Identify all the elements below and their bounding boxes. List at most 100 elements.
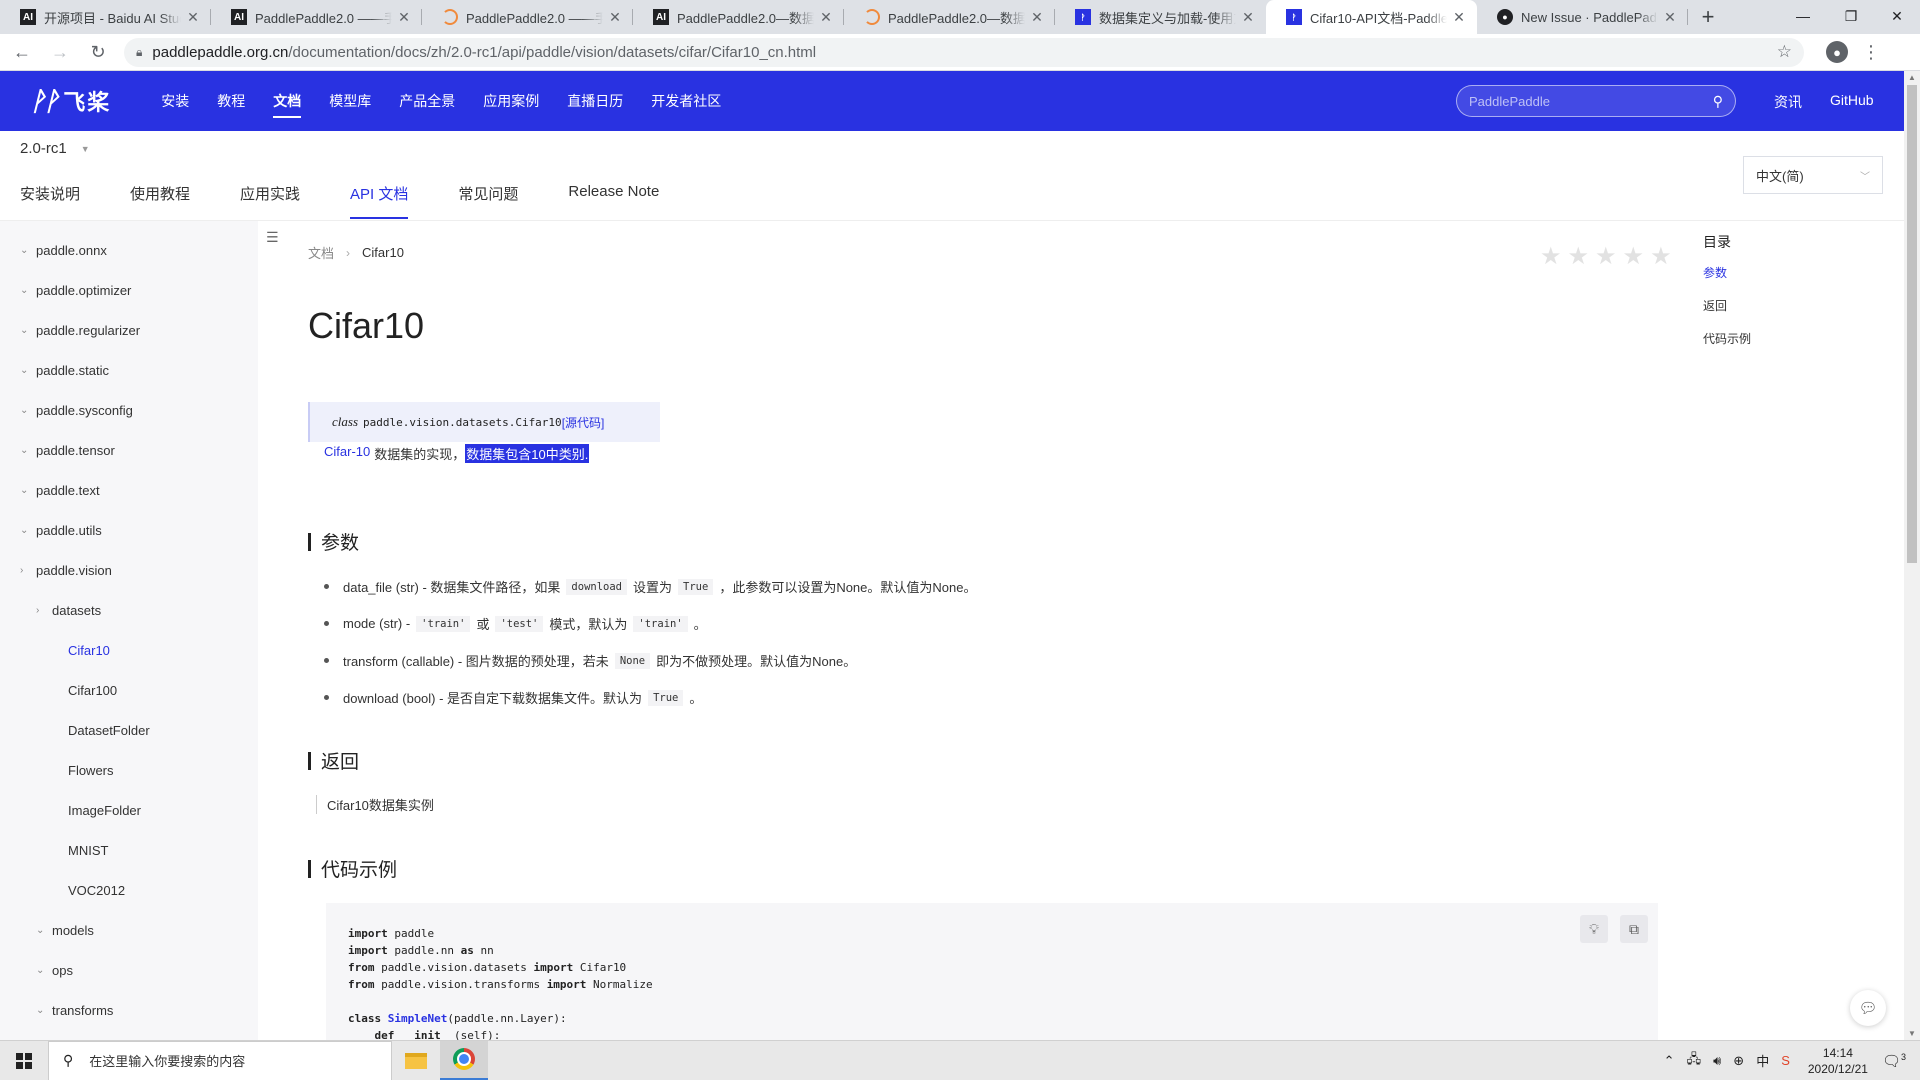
sidebar-item-paddle-optimizer[interactable]: ⌄ paddle.optimizer bbox=[20, 283, 131, 298]
sidebar-item-datasets[interactable]: › datasets bbox=[36, 603, 101, 618]
nav-live[interactable]: 直播日历 bbox=[567, 71, 623, 131]
sidebar-item-cifar100[interactable]: Cifar100 bbox=[68, 683, 117, 698]
close-icon[interactable]: ✕ bbox=[396, 9, 412, 26]
taskbar-search[interactable]: ⚲ 在这里输入你要搜索的内容 bbox=[48, 1040, 392, 1080]
browser-tab[interactable]: AI PaddlePaddle2.0—数据加载 ✕ bbox=[633, 0, 844, 34]
nav-community[interactable]: 开发者社区 bbox=[651, 71, 721, 131]
page-scrollbar[interactable]: ▲ ▼ bbox=[1904, 71, 1920, 1040]
network-icon[interactable]: 🖧︎ bbox=[1687, 1050, 1702, 1072]
bookmark-star-icon[interactable]: ☆ bbox=[1777, 42, 1792, 62]
sidebar-item-imagefolder[interactable]: ImageFolder bbox=[68, 803, 141, 818]
new-tab-button[interactable]: + bbox=[1688, 0, 1728, 34]
toc-item-example[interactable]: 代码示例 bbox=[1703, 330, 1751, 347]
scroll-up-icon[interactable]: ▲ bbox=[1908, 73, 1916, 82]
tab-install-guide[interactable]: 安装说明 bbox=[20, 183, 80, 219]
tab-api-docs[interactable]: API 文档 bbox=[350, 183, 409, 219]
star-icon[interactable]: ★ bbox=[1650, 242, 1672, 271]
star-icon[interactable]: ★ bbox=[1623, 242, 1645, 271]
tab-release-note[interactable]: Release Note bbox=[568, 183, 659, 219]
site-search-input[interactable] bbox=[1469, 93, 1713, 109]
restore-icon[interactable]: ❐ bbox=[1828, 0, 1874, 32]
nav-install[interactable]: 安装 bbox=[161, 71, 189, 131]
browser-menu-icon[interactable]: ⋮ bbox=[1862, 42, 1880, 63]
star-icon[interactable]: ★ bbox=[1540, 242, 1562, 271]
nav-cases[interactable]: 应用案例 bbox=[483, 71, 539, 131]
star-icon[interactable]: ★ bbox=[1568, 242, 1590, 271]
reload-icon[interactable]: ↻ bbox=[82, 36, 114, 68]
browser-tab[interactable]: AI 开源项目 - Baidu AI Studio ✕ bbox=[0, 0, 211, 34]
browser-tab[interactable]: AI PaddlePaddle2.0 ——手写数字识别 ✕ bbox=[211, 0, 422, 34]
nav-news[interactable]: 资讯 bbox=[1774, 92, 1802, 112]
browser-tab[interactable]: PaddlePaddle2.0—数据加载 ✕ bbox=[844, 0, 1055, 34]
lightbulb-icon[interactable]: 💡︎ bbox=[1580, 915, 1608, 943]
close-icon[interactable]: ✕ bbox=[607, 9, 623, 26]
close-icon[interactable]: ✕ bbox=[1451, 9, 1467, 26]
search-icon[interactable]: ⚲ bbox=[1713, 93, 1723, 110]
sidebar-collapse-icon[interactable]: ☰ bbox=[266, 229, 279, 246]
sidebar-item-models[interactable]: ⌄ models bbox=[36, 923, 94, 938]
version-select[interactable]: 2.0-rc1 ▼ bbox=[20, 140, 90, 157]
sidebar-item-mnist[interactable]: MNIST bbox=[68, 843, 108, 858]
sidebar-item-paddle-tensor[interactable]: ⌄ paddle.tensor bbox=[20, 443, 115, 458]
url-input[interactable]: 🔒︎ paddlepaddle.org.cn/documentation/doc… bbox=[124, 37, 1804, 67]
file-explorer-button[interactable] bbox=[392, 1041, 440, 1080]
tab-practices[interactable]: 应用实践 bbox=[240, 183, 300, 219]
sidebar-item-paddle-static[interactable]: ⌄ paddle.static bbox=[20, 363, 109, 378]
logo-mark-icon: ᚹᚹ bbox=[30, 85, 59, 116]
sidebar-item-paddle-utils[interactable]: ⌄ paddle.utils bbox=[20, 523, 102, 538]
toc-item-returns[interactable]: 返回 bbox=[1703, 297, 1751, 314]
nav-products[interactable]: 产品全景 bbox=[399, 71, 455, 131]
chevron-up-icon[interactable]: ⌃ bbox=[1664, 1053, 1675, 1069]
sidebar-item-voc2012[interactable]: VOC2012 bbox=[68, 883, 125, 898]
window-close-icon[interactable]: ✕ bbox=[1874, 0, 1920, 32]
sidebar-item-paddle-vision[interactable]: › paddle.vision bbox=[20, 563, 112, 578]
minimize-icon[interactable]: — bbox=[1780, 0, 1826, 32]
browser-tab[interactable]: ᚹ 数据集定义与加载-使用文档 ✕ bbox=[1055, 0, 1266, 34]
sidebar-item-ops[interactable]: ⌄ ops bbox=[36, 963, 73, 978]
language-select[interactable]: 中文(简) ﹀ bbox=[1743, 156, 1883, 194]
browser-tab[interactable]: PaddlePaddle2.0 ——手写 ✕ bbox=[422, 0, 633, 34]
notification-icon[interactable]: 🗨︎3 bbox=[1882, 1052, 1906, 1070]
browser-tab[interactable]: ● New Issue · PaddlePaddle ✕ bbox=[1477, 0, 1688, 34]
close-icon[interactable]: ✕ bbox=[818, 9, 834, 26]
tab-faq[interactable]: 常见问题 bbox=[458, 183, 518, 219]
back-icon[interactable]: ← bbox=[6, 36, 38, 68]
breadcrumb-root[interactable]: 文档 bbox=[308, 243, 334, 262]
close-icon[interactable]: ✕ bbox=[1029, 9, 1045, 26]
sidebar-item-cifar10[interactable]: Cifar10 bbox=[68, 643, 110, 658]
feedback-chat-icon[interactable]: 💬︎ bbox=[1850, 990, 1886, 1026]
input-method-icon[interactable]: ⊕ bbox=[1733, 1053, 1744, 1069]
start-button[interactable] bbox=[0, 1041, 48, 1080]
star-icon[interactable]: ★ bbox=[1595, 242, 1617, 271]
chrome-taskbar-button[interactable] bbox=[440, 1040, 488, 1080]
tab-user-guide[interactable]: 使用教程 bbox=[130, 183, 190, 219]
source-code-link[interactable]: [源代码] bbox=[562, 414, 605, 431]
scrollbar-thumb[interactable] bbox=[1907, 85, 1917, 563]
clock[interactable]: 14:14 2020/12/21 bbox=[1808, 1045, 1868, 1077]
sidebar-item-datasetfolder[interactable]: DatasetFolder bbox=[68, 723, 150, 738]
nav-tutorial[interactable]: 教程 bbox=[217, 71, 245, 131]
sidebar-item-flowers[interactable]: Flowers bbox=[68, 763, 114, 778]
cifar10-link[interactable]: Cifar-10 bbox=[324, 444, 370, 463]
scroll-down-icon[interactable]: ▼ bbox=[1908, 1029, 1916, 1038]
nav-github[interactable]: GitHub bbox=[1830, 92, 1874, 108]
forward-icon[interactable]: → bbox=[44, 36, 76, 68]
sidebar-item-paddle-onnx[interactable]: ⌄ paddle.onnx bbox=[20, 243, 107, 258]
sidebar-item-transforms[interactable]: ⌄ transforms bbox=[36, 1003, 113, 1018]
sidebar-item-paddle-regularizer[interactable]: ⌄ paddle.regularizer bbox=[20, 323, 140, 338]
sidebar-item-paddle-text[interactable]: ⌄ paddle.text bbox=[20, 483, 100, 498]
volume-icon[interactable]: 🔊︎ bbox=[1713, 1053, 1721, 1069]
nav-docs[interactable]: 文档 bbox=[273, 71, 302, 131]
profile-avatar-icon[interactable]: ● bbox=[1826, 41, 1848, 63]
copy-icon[interactable]: ⧉ bbox=[1620, 915, 1648, 943]
sidebar-item-paddle-sysconfig[interactable]: ⌄ paddle.sysconfig bbox=[20, 403, 133, 418]
antivirus-icon[interactable]: S bbox=[1781, 1053, 1790, 1068]
close-icon[interactable]: ✕ bbox=[1662, 9, 1678, 26]
close-icon[interactable]: ✕ bbox=[1240, 9, 1256, 26]
browser-tab-active[interactable]: ᚹ Cifar10-API文档-PaddlePaddle ✕ bbox=[1266, 0, 1477, 34]
toc-item-params[interactable]: 参数 bbox=[1703, 264, 1751, 281]
close-icon[interactable]: ✕ bbox=[185, 9, 201, 26]
paddle-logo[interactable]: ᚹᚹ 飞桨 bbox=[30, 85, 111, 117]
nav-models[interactable]: 模型库 bbox=[329, 71, 371, 131]
ime-mode-icon[interactable]: 中 bbox=[1756, 1051, 1769, 1070]
